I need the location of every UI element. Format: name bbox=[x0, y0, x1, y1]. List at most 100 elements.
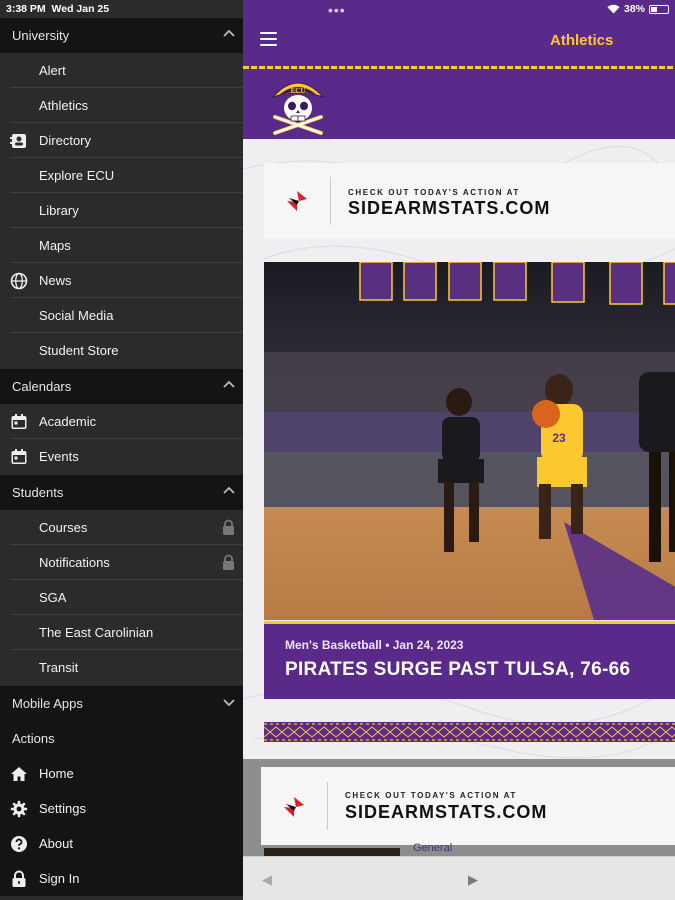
multitask-dots-icon[interactable]: ••• bbox=[328, 2, 346, 18]
next-story-label[interactable]: General bbox=[413, 842, 452, 854]
sidebar-item-transit[interactable]: Transit bbox=[0, 650, 243, 685]
sidearmstats-ad[interactable]: CHECK OUT TODAY'S ACTION AT SIDEARMSTATS… bbox=[261, 767, 675, 845]
item-label: Events bbox=[39, 449, 79, 464]
sidebar-item-explore-ecu[interactable]: Explore ECU bbox=[0, 158, 243, 193]
sidebar-item-athletics[interactable]: Athletics bbox=[0, 88, 243, 123]
status-date: Wed Jan 25 bbox=[51, 3, 110, 15]
section-students[interactable]: Students bbox=[0, 475, 243, 510]
banner-site: SIDEARMSTATS.COM bbox=[348, 198, 551, 218]
chevron-up-icon bbox=[223, 486, 235, 494]
logo-text: ECU bbox=[291, 87, 306, 95]
sidebar-item-notifications[interactable]: Notifications bbox=[0, 545, 243, 580]
sidebar-item-library[interactable]: Library bbox=[0, 193, 243, 228]
decorative-pattern-strip bbox=[264, 722, 675, 742]
globe-icon bbox=[10, 272, 28, 290]
sidebar-item-courses[interactable]: Courses bbox=[0, 510, 243, 545]
status-time-date: 3:38 PM Wed Jan 25 bbox=[6, 3, 109, 15]
section-title: Mobile Apps bbox=[12, 696, 83, 711]
chevron-up-icon bbox=[223, 29, 235, 37]
item-label: SGA bbox=[39, 590, 67, 605]
calendar-icon bbox=[11, 449, 27, 464]
sidebar-item-directory[interactable]: Directory bbox=[0, 123, 243, 158]
item-label: Academic bbox=[39, 414, 97, 429]
sidebar-item-sga[interactable]: SGA bbox=[0, 580, 243, 615]
news-feed[interactable]: CHECK OUT TODAY'S ACTION AT SIDEARMSTATS… bbox=[243, 139, 675, 759]
lock-icon bbox=[223, 554, 234, 570]
section-title: Calendars bbox=[12, 379, 72, 394]
sidebar-item-alert[interactable]: Alert bbox=[0, 53, 243, 88]
sidebar-item-the-east-carolinian[interactable]: The East Carolinian bbox=[0, 615, 243, 650]
action-about[interactable]: About bbox=[0, 826, 243, 861]
item-label: Sign In bbox=[39, 871, 80, 886]
top-bar: ••• 38% Athletics bbox=[243, 0, 675, 66]
directory-icon bbox=[10, 134, 26, 148]
home-icon bbox=[11, 767, 27, 781]
section-actions: Actions bbox=[0, 721, 243, 756]
battery-percent: 38% bbox=[623, 3, 645, 15]
sidearm-logo-icon bbox=[284, 797, 304, 817]
item-label: Alert bbox=[39, 63, 66, 78]
back-arrow-icon[interactable]: ◀ bbox=[262, 872, 272, 888]
jersey-number: 23 bbox=[552, 431, 566, 445]
basketball-game-image: 23 bbox=[264, 262, 675, 620]
sidearm-logo-icon bbox=[287, 191, 307, 211]
banner-tagline: CHECK OUT TODAY'S ACTION AT bbox=[348, 188, 520, 197]
gear-icon bbox=[10, 800, 28, 818]
ecu-pirate-logo[interactable]: ECU bbox=[267, 73, 329, 135]
browser-nav-bar: ◀ ▶ bbox=[243, 856, 675, 900]
item-label: Athletics bbox=[39, 98, 89, 113]
action-settings[interactable]: Settings bbox=[0, 791, 243, 826]
story-title[interactable]: PIRATES SURGE PAST TULSA, 76-66 bbox=[285, 659, 630, 681]
sidebar-item-student-store[interactable]: Student Store bbox=[0, 333, 243, 368]
chevron-up-icon bbox=[223, 380, 235, 388]
menu-icon[interactable] bbox=[260, 32, 277, 46]
action-home[interactable]: Home bbox=[0, 756, 243, 791]
item-label: Explore ECU bbox=[39, 168, 115, 183]
sidebar-item-social-media[interactable]: Social Media bbox=[0, 298, 243, 333]
sidebar-item-academic[interactable]: Academic bbox=[0, 404, 243, 439]
item-label: Social Media bbox=[39, 308, 114, 323]
action-sign-in[interactable]: Sign In bbox=[0, 861, 243, 896]
item-label: Settings bbox=[39, 801, 86, 816]
sidearmstats-banner[interactable]: CHECK OUT TODAY'S ACTION AT SIDEARMSTATS… bbox=[264, 163, 675, 239]
banner-tagline: CHECK OUT TODAY'S ACTION AT bbox=[345, 791, 517, 800]
lock-icon bbox=[12, 870, 26, 887]
item-label: Courses bbox=[39, 520, 88, 535]
chevron-down-icon bbox=[223, 699, 235, 707]
status-indicators: 38% bbox=[607, 3, 669, 15]
sidebar-menu: 3:38 PM Wed Jan 25 University Alert Athl… bbox=[0, 0, 243, 900]
section-calendars[interactable]: Calendars bbox=[0, 369, 243, 404]
banner-separator bbox=[327, 782, 328, 830]
story-photo[interactable]: 23 bbox=[264, 262, 675, 620]
page-title: Athletics bbox=[550, 32, 614, 49]
question-icon bbox=[11, 836, 27, 852]
item-label: Notifications bbox=[39, 555, 110, 570]
forward-arrow-icon[interactable]: ▶ bbox=[468, 872, 478, 888]
story-headline-card[interactable]: Men's Basketball • Jan 24, 2023 PIRATES … bbox=[264, 621, 675, 699]
lock-icon bbox=[223, 519, 234, 535]
sidebar-item-news[interactable]: News bbox=[0, 263, 243, 298]
item-label: About bbox=[39, 836, 73, 851]
sidebar-item-events[interactable]: Events bbox=[0, 439, 243, 474]
calendar-icon bbox=[11, 414, 27, 429]
story-meta: Men's Basketball • Jan 24, 2023 bbox=[285, 638, 464, 652]
item-label: Maps bbox=[39, 238, 71, 253]
main-content: ••• 38% Athletics ECU CHECK OUT TODAY'S … bbox=[243, 0, 675, 900]
battery-icon bbox=[649, 4, 669, 14]
item-label: Transit bbox=[39, 660, 79, 675]
logo-band: ECU bbox=[243, 69, 675, 139]
section-title: Students bbox=[12, 485, 64, 500]
section-university[interactable]: University bbox=[0, 18, 243, 53]
section-title: University bbox=[12, 28, 70, 43]
banner-site: SIDEARMSTATS.COM bbox=[345, 802, 548, 822]
wifi-icon bbox=[607, 4, 620, 14]
item-label: Student Store bbox=[39, 343, 119, 358]
sidebar-item-maps[interactable]: Maps bbox=[0, 228, 243, 263]
bottom-ad-overlay: CHECK OUT TODAY'S ACTION AT SIDEARMSTATS… bbox=[243, 759, 675, 856]
item-label: Library bbox=[39, 203, 79, 218]
section-mobile-apps[interactable]: Mobile Apps bbox=[0, 686, 243, 721]
item-label: News bbox=[39, 273, 72, 288]
section-title: Actions bbox=[12, 731, 55, 746]
item-label: Directory bbox=[39, 133, 92, 148]
next-story-thumbnail[interactable] bbox=[264, 848, 400, 856]
